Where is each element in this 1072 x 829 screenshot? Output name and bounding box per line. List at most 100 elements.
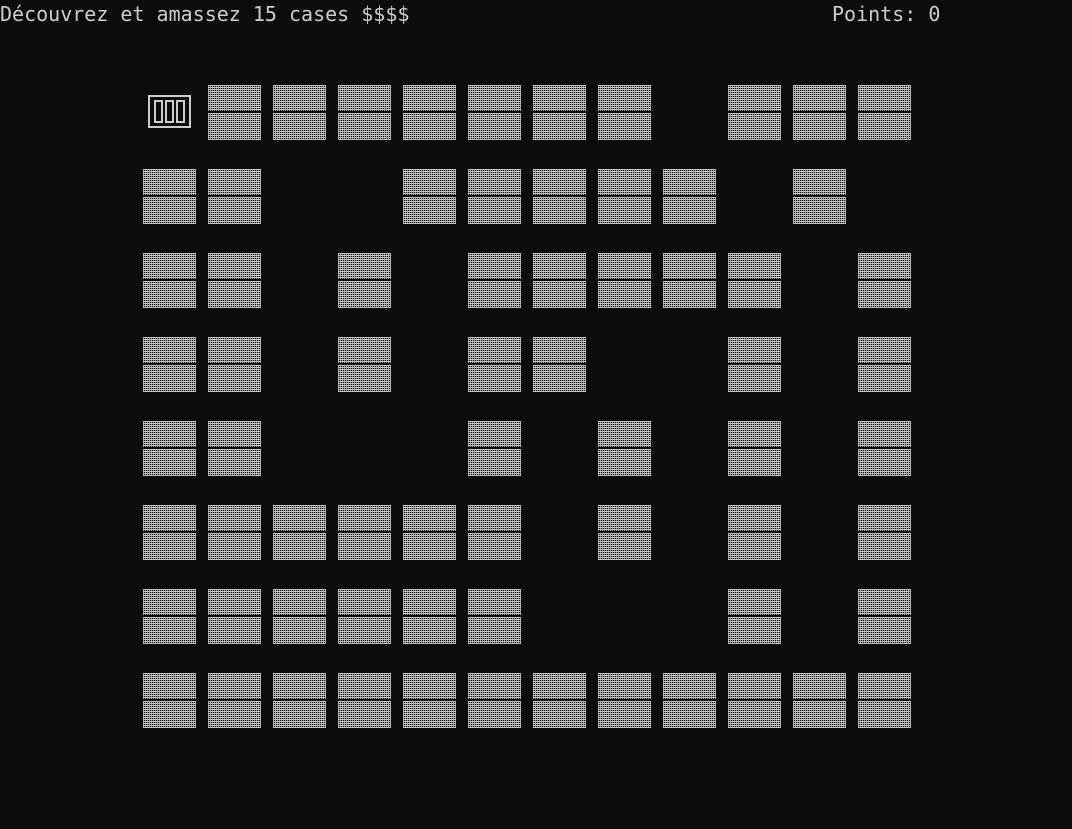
hidden-tile[interactable] xyxy=(143,589,196,644)
hidden-tile[interactable] xyxy=(208,673,261,728)
cursor-bar xyxy=(165,100,174,123)
hidden-tile[interactable] xyxy=(598,673,651,728)
hidden-tile[interactable] xyxy=(728,421,781,476)
hidden-tile[interactable] xyxy=(468,337,521,392)
hidden-tile[interactable] xyxy=(598,421,651,476)
hidden-tile[interactable] xyxy=(338,589,391,644)
hidden-tile[interactable] xyxy=(663,673,716,728)
hidden-tile[interactable] xyxy=(728,253,781,308)
hidden-tile[interactable] xyxy=(143,421,196,476)
hidden-tile[interactable] xyxy=(273,589,326,644)
revealed-empty-cell xyxy=(663,85,716,140)
hidden-tile[interactable] xyxy=(143,337,196,392)
hidden-tile[interactable] xyxy=(468,253,521,308)
hidden-tile[interactable] xyxy=(208,85,261,140)
revealed-empty-cell xyxy=(273,169,326,224)
hidden-tile[interactable] xyxy=(728,673,781,728)
hidden-tile[interactable] xyxy=(533,673,586,728)
hidden-tile[interactable] xyxy=(728,505,781,560)
hidden-tile[interactable] xyxy=(663,169,716,224)
hidden-tile[interactable] xyxy=(403,505,456,560)
hidden-tile[interactable] xyxy=(533,337,586,392)
revealed-empty-cell xyxy=(273,337,326,392)
hidden-tile[interactable] xyxy=(793,673,846,728)
hidden-tile[interactable] xyxy=(143,169,196,224)
revealed-empty-cell xyxy=(793,337,846,392)
hidden-tile[interactable] xyxy=(598,505,651,560)
revealed-empty-cell xyxy=(338,169,391,224)
hidden-tile[interactable] xyxy=(858,253,911,308)
hidden-tile[interactable] xyxy=(728,85,781,140)
revealed-empty-cell xyxy=(273,253,326,308)
hidden-tile[interactable] xyxy=(403,673,456,728)
hidden-tile[interactable] xyxy=(208,253,261,308)
hidden-tile[interactable] xyxy=(793,169,846,224)
hidden-tile[interactable] xyxy=(208,421,261,476)
hidden-tile[interactable] xyxy=(858,85,911,140)
hidden-tile[interactable] xyxy=(208,589,261,644)
revealed-empty-cell xyxy=(598,589,651,644)
hidden-tile[interactable] xyxy=(858,421,911,476)
hidden-tile[interactable] xyxy=(468,421,521,476)
revealed-empty-cell xyxy=(338,421,391,476)
hidden-tile[interactable] xyxy=(273,673,326,728)
revealed-empty-cell xyxy=(533,421,586,476)
game-board[interactable] xyxy=(0,0,1072,829)
hidden-tile[interactable] xyxy=(273,85,326,140)
revealed-empty-cell xyxy=(793,505,846,560)
hidden-tile[interactable] xyxy=(338,505,391,560)
revealed-empty-cell xyxy=(663,589,716,644)
hidden-tile[interactable] xyxy=(338,253,391,308)
hidden-tile[interactable] xyxy=(208,505,261,560)
hidden-tile[interactable] xyxy=(338,673,391,728)
revealed-empty-cell xyxy=(793,589,846,644)
hidden-tile[interactable] xyxy=(143,673,196,728)
hidden-tile[interactable] xyxy=(403,589,456,644)
cursor-bar xyxy=(154,100,163,123)
hidden-tile[interactable] xyxy=(468,589,521,644)
hidden-tile[interactable] xyxy=(403,169,456,224)
revealed-empty-cell xyxy=(273,421,326,476)
player-cursor-icon xyxy=(148,95,191,128)
hidden-tile[interactable] xyxy=(143,505,196,560)
player-cell[interactable] xyxy=(143,85,196,140)
revealed-empty-cell xyxy=(663,421,716,476)
hidden-tile[interactable] xyxy=(598,169,651,224)
hidden-tile[interactable] xyxy=(728,337,781,392)
hidden-tile[interactable] xyxy=(858,589,911,644)
hidden-tile[interactable] xyxy=(598,85,651,140)
hidden-tile[interactable] xyxy=(403,85,456,140)
hidden-tile[interactable] xyxy=(533,85,586,140)
revealed-empty-cell xyxy=(663,337,716,392)
revealed-empty-cell xyxy=(793,253,846,308)
hidden-tile[interactable] xyxy=(793,85,846,140)
hidden-tile[interactable] xyxy=(468,673,521,728)
hidden-tile[interactable] xyxy=(338,337,391,392)
hidden-tile[interactable] xyxy=(468,85,521,140)
hidden-tile[interactable] xyxy=(533,253,586,308)
hidden-tile[interactable] xyxy=(598,253,651,308)
revealed-empty-cell xyxy=(403,337,456,392)
hidden-tile[interactable] xyxy=(468,169,521,224)
hidden-tile[interactable] xyxy=(858,673,911,728)
revealed-empty-cell xyxy=(403,253,456,308)
hidden-tile[interactable] xyxy=(858,337,911,392)
hidden-tile[interactable] xyxy=(273,505,326,560)
revealed-empty-cell xyxy=(858,169,911,224)
hidden-tile[interactable] xyxy=(663,253,716,308)
revealed-empty-cell xyxy=(793,421,846,476)
hidden-tile[interactable] xyxy=(728,589,781,644)
hidden-tile[interactable] xyxy=(338,85,391,140)
game-console-window: Découvrez et amassez 15 cases $$$$ Point… xyxy=(0,0,1072,829)
hidden-tile[interactable] xyxy=(533,169,586,224)
revealed-empty-cell xyxy=(728,169,781,224)
hidden-tile[interactable] xyxy=(858,505,911,560)
hidden-tile[interactable] xyxy=(208,169,261,224)
hidden-tile[interactable] xyxy=(143,253,196,308)
cursor-bar xyxy=(176,100,185,123)
revealed-empty-cell xyxy=(533,505,586,560)
revealed-empty-cell xyxy=(403,421,456,476)
hidden-tile[interactable] xyxy=(208,337,261,392)
revealed-empty-cell xyxy=(663,505,716,560)
hidden-tile[interactable] xyxy=(468,505,521,560)
